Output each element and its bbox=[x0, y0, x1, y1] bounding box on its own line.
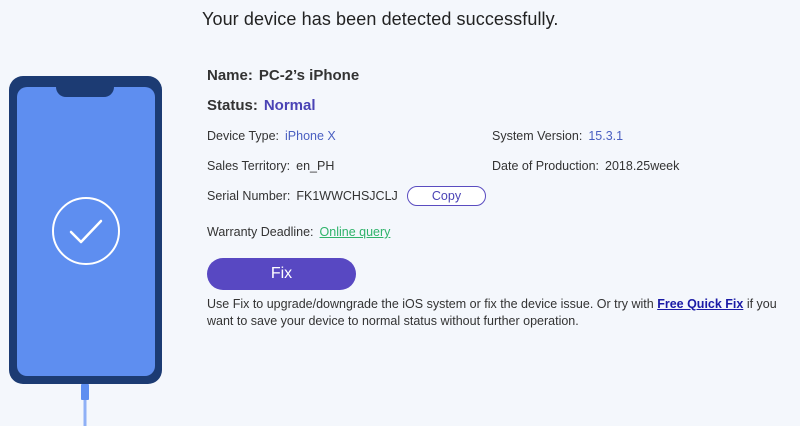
sales-territory-value: en_PH bbox=[296, 159, 335, 173]
serial-number-field: Serial Number: FK1WWCHSJCLJ bbox=[207, 189, 398, 203]
phone-illustration bbox=[0, 60, 180, 426]
phone-notch bbox=[56, 85, 114, 97]
serial-number-value: FK1WWCHSJCLJ bbox=[296, 189, 398, 203]
name-label: Name: bbox=[207, 67, 253, 84]
sales-territory-label: Sales Territory: bbox=[207, 159, 291, 173]
device-name-row: Name: PC-2’s iPhone bbox=[207, 67, 359, 84]
device-status-row: Status: Normal bbox=[207, 97, 316, 114]
serial-number-label: Serial Number: bbox=[207, 189, 291, 203]
warranty-label: Warranty Deadline: bbox=[207, 225, 314, 239]
production-date-label: Date of Production: bbox=[492, 159, 600, 173]
device-type-field: Device Type: iPhone X bbox=[207, 129, 336, 143]
status-badge: Normal bbox=[263, 97, 316, 114]
device-info-panel: Name: PC-2’s iPhone Status: Normal Device … bbox=[207, 0, 800, 426]
copy-serial-button[interactable]: Copy bbox=[407, 186, 486, 206]
free-quick-fix-link[interactable]: Free Quick Fix bbox=[657, 297, 743, 311]
device-detected-page: Your device has been detected successful… bbox=[0, 0, 800, 426]
warranty-field: Warranty Deadline: Online query bbox=[207, 225, 390, 239]
online-query-link[interactable]: Online query bbox=[320, 225, 391, 239]
device-type-label: Device Type: bbox=[207, 129, 280, 143]
fix-description-text: Use Fix to upgrade/downgrade the iOS sys… bbox=[207, 297, 658, 311]
fix-button[interactable]: Fix bbox=[207, 258, 356, 290]
device-name: PC-2’s iPhone bbox=[258, 67, 360, 84]
sales-territory-field: Sales Territory: en_PH bbox=[207, 159, 334, 173]
status-label: Status: bbox=[207, 97, 258, 114]
system-version-field: System Version: 15.3.1 bbox=[492, 129, 623, 143]
device-type-value: iPhone X bbox=[285, 129, 336, 143]
usb-cable-icon bbox=[81, 384, 89, 426]
production-date-field: Date of Production: 2018.25week bbox=[492, 159, 679, 173]
check-circle-icon bbox=[52, 197, 120, 265]
system-version-label: System Version: bbox=[492, 129, 583, 143]
production-date-value: 2018.25week bbox=[605, 159, 680, 173]
system-version-value: 15.3.1 bbox=[588, 129, 624, 143]
fix-description: Use Fix to upgrade/downgrade the iOS sys… bbox=[207, 296, 782, 330]
